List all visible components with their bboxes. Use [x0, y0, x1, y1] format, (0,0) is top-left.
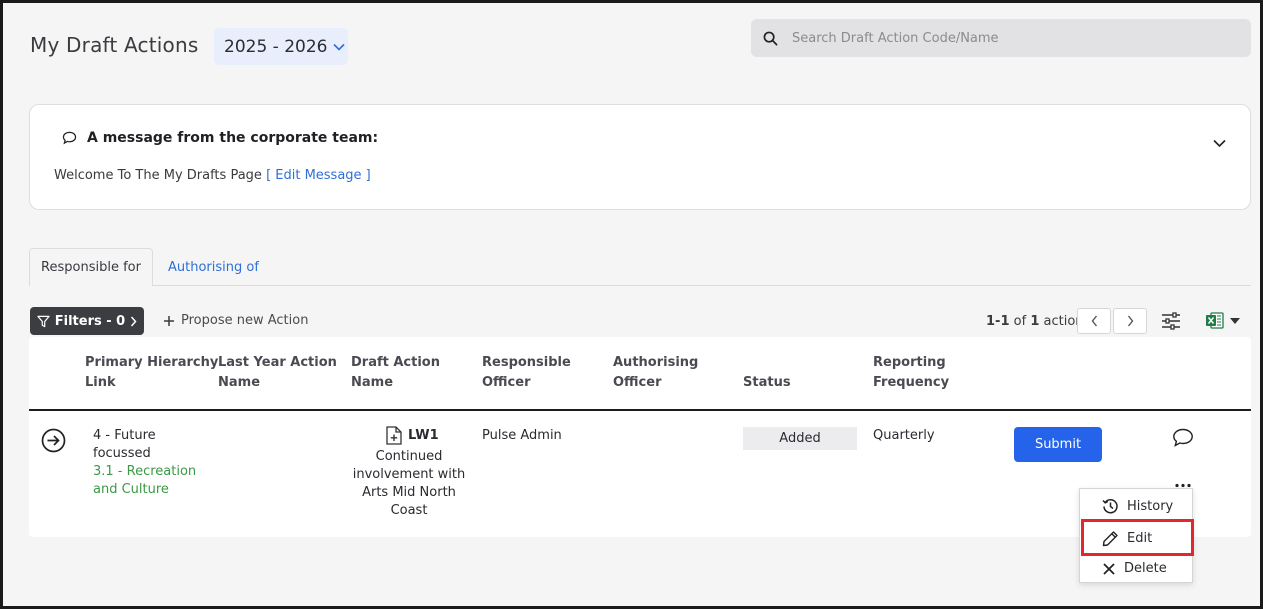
year-select-value: 2025 - 2026	[224, 36, 328, 57]
pager-summary: 1-1 of 1 action	[986, 314, 1084, 329]
chevron-down-icon	[333, 43, 346, 51]
message-header: A message from the corporate team:	[62, 130, 378, 146]
text-line: Arts Mid North	[362, 485, 456, 500]
history-icon	[1102, 499, 1118, 514]
draft-action-name: Continued involvement with Arts Mid Nort…	[349, 448, 469, 520]
text-line: 4 - Future	[93, 428, 156, 443]
document-plus-icon	[386, 426, 402, 445]
sliders-icon	[1162, 312, 1180, 330]
header-line: Officer	[613, 375, 662, 390]
status-badge: Added	[743, 427, 857, 450]
filter-icon	[37, 315, 50, 327]
header-line: Link	[85, 375, 116, 390]
filters-label: Filters - 0	[54, 313, 126, 329]
plus-icon	[164, 315, 174, 326]
header-line: Name	[218, 375, 261, 390]
pager-range: 1-1	[986, 314, 1010, 329]
submit-button[interactable]: Submit	[1014, 427, 1102, 462]
text-line: focussed	[93, 446, 151, 461]
text-line: 3.1 - Recreation	[93, 464, 197, 479]
hierarchy-sub-link[interactable]: 3.1 - Recreation and Culture	[93, 463, 196, 499]
search-icon	[763, 31, 778, 45]
chevron-right-icon	[1127, 315, 1133, 327]
tab-authorising-of[interactable]: Authorising of	[168, 260, 259, 275]
edit-highlight-box	[1081, 519, 1194, 556]
menu-item-history[interactable]: History	[1102, 498, 1173, 515]
draft-action-code[interactable]: LW1	[386, 426, 439, 445]
message-title: A message from the corporate team:	[87, 130, 379, 146]
header-reporting-frequency: Reporting Frequency	[873, 353, 949, 393]
chevron-down-icon	[1213, 139, 1226, 148]
reporting-frequency: Quarterly	[873, 428, 935, 443]
year-select[interactable]: 2025 - 2026	[214, 28, 348, 65]
propose-action-button[interactable]: Propose new Action	[163, 313, 308, 328]
text-line: and Culture	[93, 482, 169, 497]
text-line: Coast	[390, 503, 428, 518]
message-body: Welcome To The My Drafts Page [ Edit Mes…	[54, 168, 371, 183]
open-action-button[interactable]	[41, 428, 66, 457]
header-primary-hierarchy: Primary Hierarchy Link	[85, 353, 218, 393]
search-bar[interactable]	[751, 19, 1251, 57]
header-line: Reporting	[873, 355, 946, 370]
header-last-year-action: Last Year Action Name	[218, 353, 337, 393]
header-line: Authorising	[613, 355, 699, 370]
header-line: Primary Hierarchy	[85, 355, 219, 370]
comments-button[interactable]	[1172, 428, 1194, 452]
message-text: Welcome To The My Drafts Page	[54, 168, 262, 183]
collapse-message-button[interactable]	[1213, 133, 1226, 152]
header-authorising-officer: Authorising Officer	[613, 353, 698, 393]
menu-item-label: History	[1127, 499, 1174, 514]
header-line: Last Year Action	[218, 355, 337, 370]
hierarchy-main: 4 - Future focussed	[93, 427, 156, 463]
tab-divider	[29, 285, 1251, 286]
comment-icon	[1173, 428, 1193, 447]
menu-item-delete[interactable]: Delete	[1102, 561, 1167, 576]
header-line: Officer	[482, 375, 531, 390]
header-responsible-officer: Responsible Officer	[482, 353, 571, 393]
table-header-divider	[29, 409, 1251, 411]
pager-total: 1	[1030, 314, 1040, 329]
next-page-button[interactable]	[1113, 308, 1147, 334]
arrow-right-circle-icon	[41, 428, 66, 453]
edit-message-link[interactable]: [ Edit Message ]	[266, 168, 371, 183]
menu-item-label: Delete	[1124, 561, 1167, 576]
responsible-officer: Pulse Admin	[482, 428, 562, 443]
header-line: Responsible	[482, 355, 571, 370]
filters-button[interactable]: Filters - 0	[30, 307, 144, 335]
comment-icon	[62, 131, 77, 145]
prev-page-button[interactable]	[1077, 308, 1111, 334]
chevron-left-icon	[1091, 315, 1097, 327]
pager-of: of	[1013, 314, 1027, 329]
header-line: Frequency	[873, 375, 950, 390]
export-excel-button[interactable]	[1206, 312, 1240, 329]
page-title: My Draft Actions	[30, 33, 199, 57]
column-settings-button[interactable]	[1161, 312, 1181, 334]
header-status: Status	[743, 375, 791, 390]
header-line: Name	[351, 375, 394, 390]
chevron-right-icon	[131, 316, 137, 326]
propose-action-label: Propose new Action	[181, 313, 309, 328]
search-input[interactable]	[792, 30, 1212, 46]
text-line: involvement with	[352, 467, 466, 482]
draft-code-text: LW1	[408, 427, 439, 443]
header-line: Draft Action	[351, 355, 440, 370]
message-card: A message from the corporate team: Welco…	[29, 104, 1251, 210]
excel-icon	[1206, 312, 1224, 329]
text-line: Continued	[375, 449, 443, 464]
header-draft-action: Draft Action Name	[351, 353, 440, 393]
caret-down-icon	[1230, 317, 1240, 324]
close-icon	[1103, 562, 1115, 575]
tab-responsible-for[interactable]: Responsible for	[29, 248, 153, 286]
